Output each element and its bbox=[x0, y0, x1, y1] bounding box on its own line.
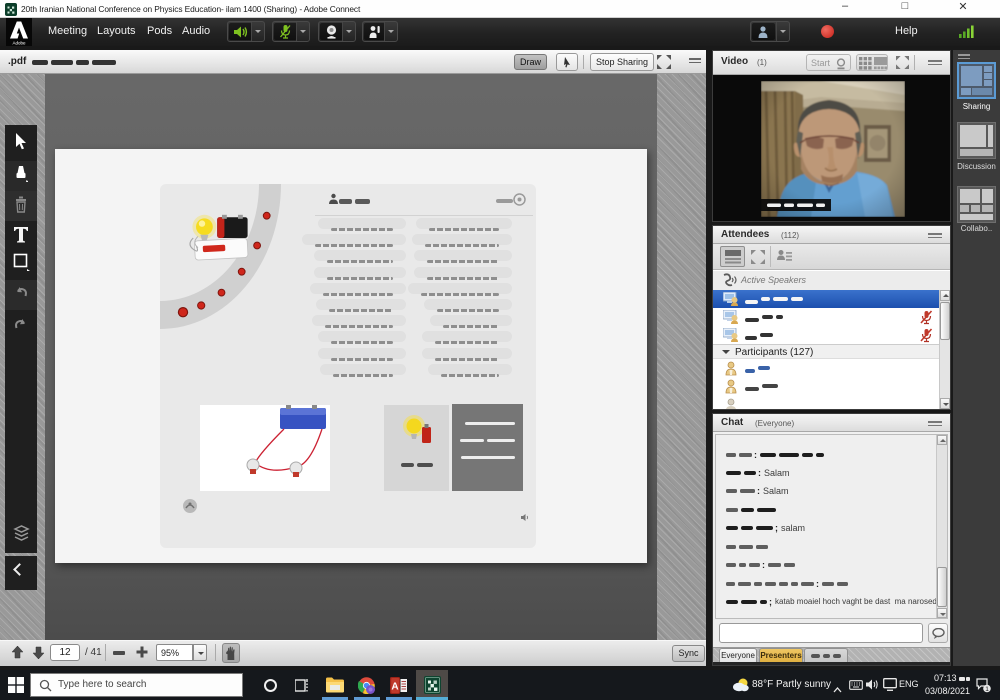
svg-text:Adobe: Adobe bbox=[12, 41, 26, 46]
svg-text:A: A bbox=[391, 682, 398, 693]
svg-text:1: 1 bbox=[985, 686, 989, 693]
